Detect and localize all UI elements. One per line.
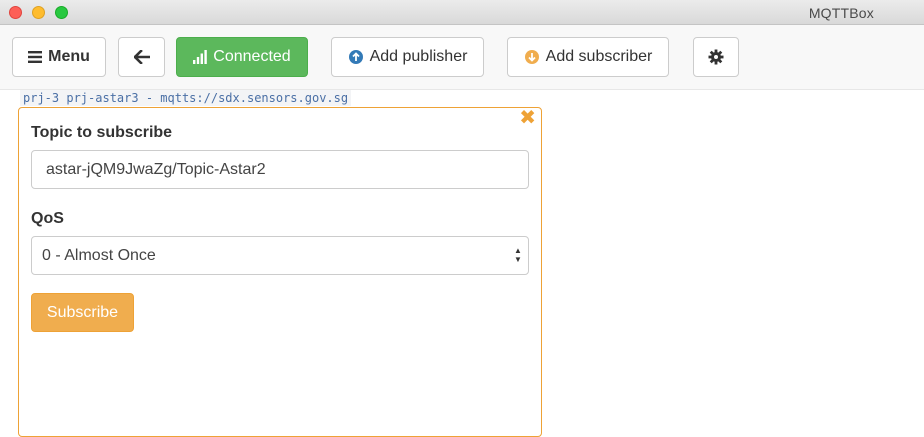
menu-button[interactable]: Menu xyxy=(12,37,106,77)
title-bar: MQTTBox xyxy=(0,0,924,25)
arrow-left-icon xyxy=(133,50,150,64)
subscribe-button[interactable]: Subscribe xyxy=(31,293,134,332)
minimize-window-button[interactable] xyxy=(32,6,45,19)
settings-button[interactable] xyxy=(693,37,739,77)
zoom-window-button[interactable] xyxy=(55,6,68,19)
window-title: MQTTBox xyxy=(808,5,874,21)
gear-icon xyxy=(708,49,724,65)
connected-label: Connected xyxy=(213,48,291,65)
connection-label: prj-3 prj-astar3 - mqtts://sdx.sensors.g… xyxy=(20,90,352,106)
add-publisher-button[interactable]: Add publisher xyxy=(331,37,484,77)
topic-input[interactable]: astar-jQM9JwaZg/Topic-Astar2 xyxy=(31,150,529,189)
qos-select[interactable]: 0 - Almost Once ▲ ▼ xyxy=(31,236,529,275)
arrow-circle-down-icon xyxy=(524,49,540,65)
back-button[interactable] xyxy=(118,37,165,77)
qos-selected-value: 0 - Almost Once xyxy=(42,246,156,264)
add-subscriber-label: Add subscriber xyxy=(545,48,653,65)
topic-value: astar-jQM9JwaZg/Topic-Astar2 xyxy=(46,160,266,178)
toolbar: Menu Connected Add publisher Add subscri… xyxy=(0,25,924,90)
subscribe-label: Subscribe xyxy=(46,303,119,321)
subscriber-panel: ✖ Topic to subscribe astar-jQM9JwaZg/Top… xyxy=(18,107,542,437)
connected-button[interactable]: Connected xyxy=(176,37,308,77)
add-subscriber-button[interactable]: Add subscriber xyxy=(507,37,669,77)
arrow-circle-up-icon xyxy=(348,49,364,65)
close-window-button[interactable] xyxy=(9,6,22,19)
topic-label: Topic to subscribe xyxy=(31,124,173,141)
add-publisher-label: Add publisher xyxy=(369,48,468,65)
close-panel-icon[interactable]: ✖ xyxy=(519,108,536,128)
hamburger-icon xyxy=(28,51,43,63)
select-arrows-icon: ▲ ▼ xyxy=(514,246,522,264)
signal-bars-icon xyxy=(193,50,208,64)
menu-label: Menu xyxy=(48,48,90,65)
qos-label: QoS xyxy=(31,210,64,227)
